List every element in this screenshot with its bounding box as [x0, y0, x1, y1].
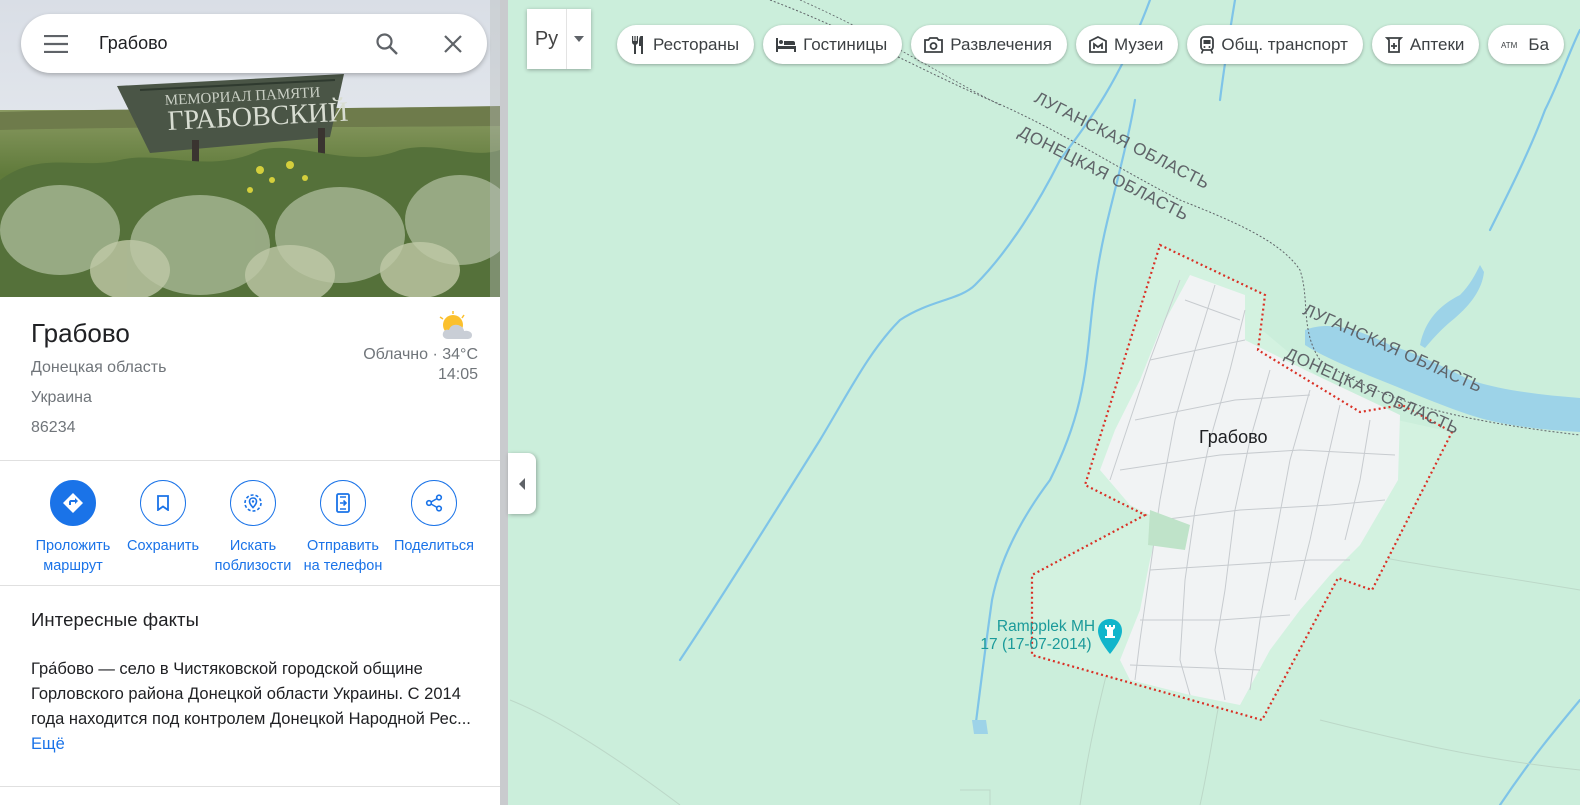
place-region: Донецкая область: [31, 359, 167, 376]
save-button[interactable]: Сохранить: [118, 480, 208, 556]
search-button[interactable]: [355, 14, 419, 73]
atm-icon: ATM: [1501, 41, 1518, 50]
chip-hotels[interactable]: Гостиницы: [763, 25, 903, 64]
search-icon: [376, 32, 398, 55]
bookmark-icon: [157, 495, 169, 511]
collapse-panel-button[interactable]: [508, 453, 536, 514]
museum-icon: [1089, 35, 1107, 53]
partly-cloudy-icon: [439, 311, 472, 339]
action-buttons: Проложить маршрут Сохранить Искать поблизо…: [0, 462, 500, 586]
svg-text:ATM: ATM: [1501, 41, 1518, 50]
chevron-left-icon: [519, 477, 525, 490]
directions-icon: [63, 493, 83, 513]
weather-widget[interactable]: Облачно · 34°C 14:05: [363, 311, 478, 385]
chip-museums[interactable]: Музеи: [1075, 25, 1179, 64]
chip-label: Музеи: [1113, 34, 1164, 54]
dropdown-arrow-icon: [574, 36, 584, 42]
place-postal-code: 86234: [31, 419, 76, 436]
hotel-icon: [776, 37, 797, 52]
weather-condition: Облачно · 34°C: [363, 346, 478, 363]
close-icon: [444, 34, 462, 53]
camera-icon: [924, 36, 944, 53]
search-box: [21, 14, 487, 73]
nearby-button[interactable]: Искать поблизости: [208, 480, 298, 576]
chip-atm[interactable]: ATM Ба: [1488, 25, 1565, 64]
action-label-2: на телефон: [303, 558, 383, 574]
share-button[interactable]: Поделиться: [389, 480, 479, 556]
facts-text: Гра́бово — село в Чистяковской городской…: [31, 657, 471, 757]
map-town-label[interactable]: Грабово: [1199, 427, 1267, 448]
chip-label: Развлечения: [950, 34, 1052, 54]
panel-divider: [500, 0, 508, 805]
restaurant-icon: [632, 35, 643, 54]
language-toggle[interactable]: Ру: [527, 9, 567, 69]
reservoir-arm: [1420, 265, 1484, 348]
more-link[interactable]: Ещё: [31, 735, 65, 753]
send-to-phone-icon: [336, 493, 350, 513]
pharmacy-icon: [1384, 36, 1403, 53]
action-label-2: маршрут: [43, 558, 103, 574]
facts-section: Интересные факты Гра́бово — село в Чистя…: [0, 587, 500, 787]
nearby-icon: [244, 494, 262, 512]
action-label: Сохранить: [126, 538, 200, 554]
action-label: Искать: [229, 538, 277, 554]
chip-pharmacies[interactable]: Аптеки: [1371, 25, 1480, 64]
search-input[interactable]: [91, 33, 355, 54]
facts-heading: Интересные факты: [31, 609, 200, 630]
action-label-2: поблизости: [214, 558, 292, 574]
place-title: Грабово: [31, 318, 130, 348]
chip-label: Ба: [1528, 34, 1550, 54]
weather-time: 14:05: [437, 366, 478, 383]
action-label: Отправить: [307, 538, 379, 554]
place-header: Грабово Донецкая область Украина 86234 О…: [0, 297, 500, 461]
transit-icon: [1200, 35, 1215, 54]
language-dropdown[interactable]: [567, 9, 591, 69]
place-country: Украина: [31, 389, 92, 406]
hamburger-menu-icon: [44, 34, 68, 53]
chip-label: Аптеки: [1409, 34, 1465, 54]
chip-label: Рестораны: [653, 34, 740, 54]
category-chips: Рестораны Гостиницы Развлечения Музеи Об…: [617, 25, 1565, 64]
directions-button[interactable]: Проложить маршрут: [28, 480, 118, 576]
chip-label: Гостиницы: [803, 34, 888, 54]
chip-restaurants[interactable]: Рестораны: [617, 25, 755, 64]
chip-entertainment[interactable]: Развлечения: [911, 25, 1067, 64]
action-label: Поделиться: [393, 538, 475, 554]
place-panel: МЕМОРИАЛ ПАМЯТИ ГРАБОВСКИЙ Грабово Грабо…: [0, 0, 500, 805]
clear-search-button[interactable]: [419, 14, 487, 73]
share-icon: [425, 494, 443, 512]
chip-transit[interactable]: Общ. транспорт: [1187, 25, 1363, 64]
facts-body: Гра́бово — село в Чистяковской городской…: [31, 660, 471, 728]
map-language-control: Ру: [527, 9, 591, 69]
river: [1498, 698, 1580, 805]
action-label: Проложить: [35, 538, 111, 554]
menu-button[interactable]: [21, 14, 91, 73]
chip-label: Общ. транспорт: [1221, 34, 1348, 54]
send-to-phone-button[interactable]: Отправить на телефон: [298, 480, 388, 576]
